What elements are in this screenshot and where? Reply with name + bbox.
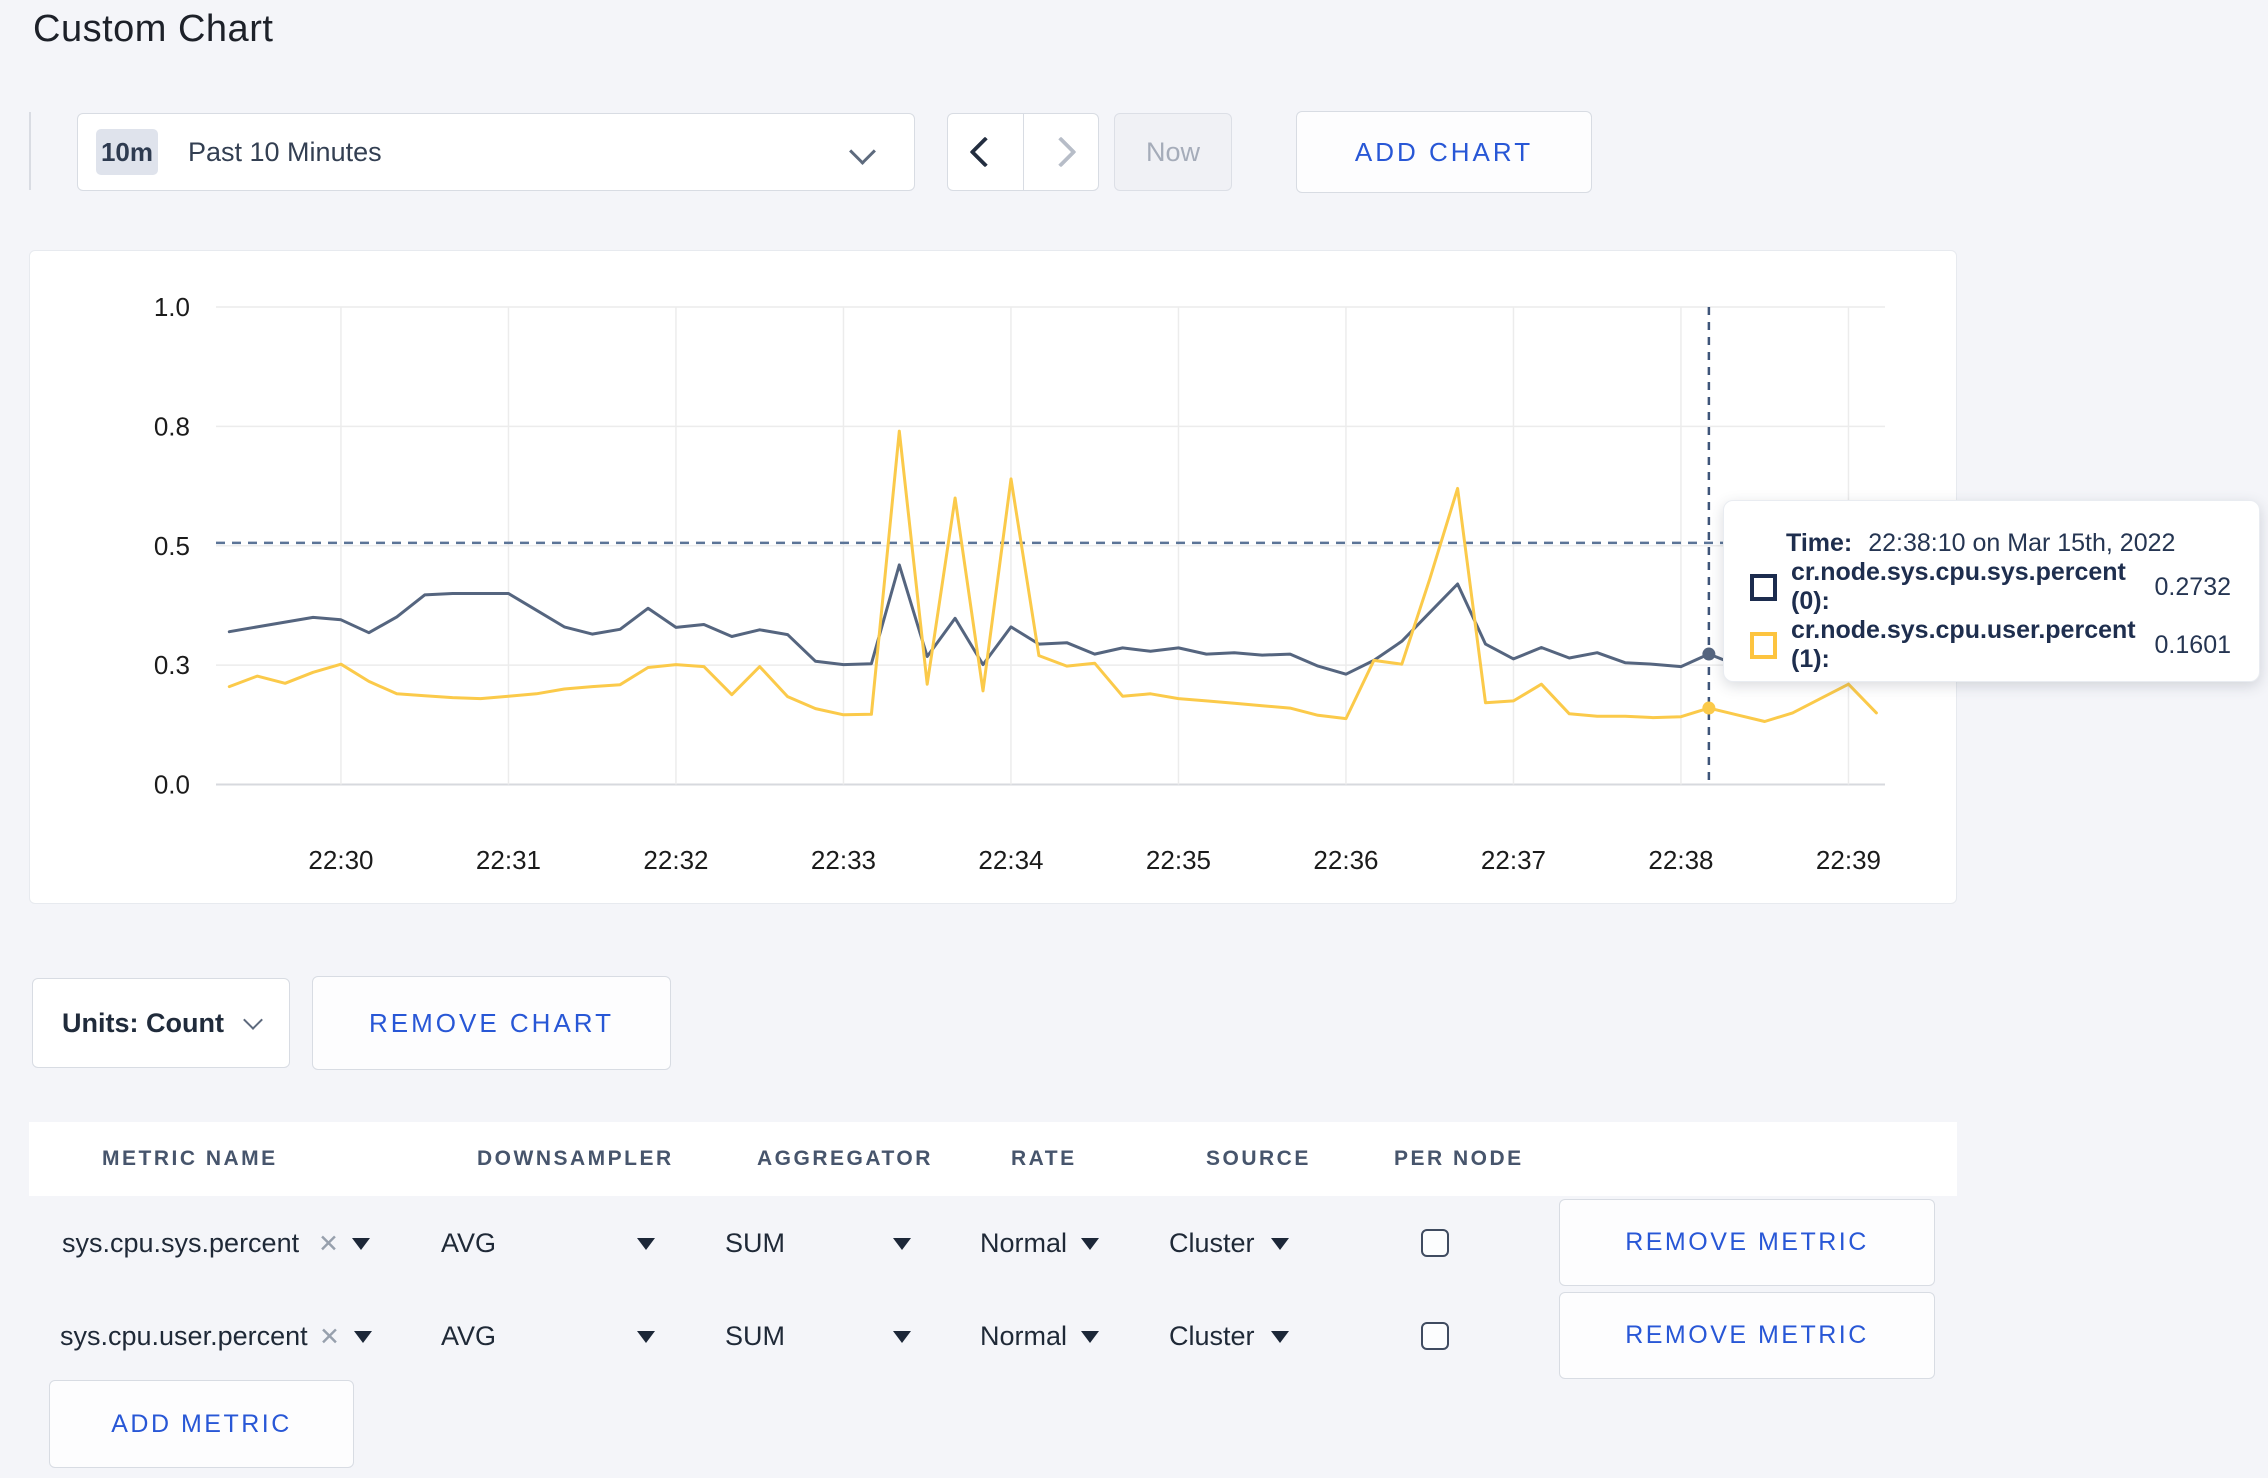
tooltip-series-value: 0.1601 — [2154, 630, 2231, 659]
caret-down-icon — [893, 1237, 911, 1250]
remove-metric-button[interactable]: REMOVE METRIC — [1559, 1292, 1935, 1379]
close-icon[interactable]: ✕ — [318, 1197, 339, 1290]
tooltip-time-row: Time: 22:38:10 on Mar 15th, 2022 — [1750, 529, 2231, 558]
chart-hover-tooltip: Time: 22:38:10 on Mar 15th, 2022 cr.node… — [1723, 500, 2260, 682]
metrics-table-header: METRIC NAME DOWNSAMPLER AGGREGATOR RATE … — [29, 1122, 1957, 1196]
units-label: Units: Count — [62, 1007, 224, 1038]
metric-name-caret[interactable] — [354, 1290, 372, 1383]
rate-value: Normal — [980, 1228, 1068, 1258]
x-tick-label: 22:39 — [1816, 845, 1881, 875]
caret-down-icon — [1270, 1330, 1289, 1343]
tooltip-series-value: 0.2732 — [2154, 572, 2231, 601]
metric-name-value[interactable]: sys.cpu.user.percent — [60, 1290, 308, 1383]
remove-chart-button[interactable]: REMOVE CHART — [312, 976, 671, 1070]
x-tick-label: 22:30 — [308, 845, 373, 875]
y-tick-label: 0.3 — [154, 650, 190, 680]
per-node-checkbox[interactable] — [1421, 1322, 1449, 1350]
x-tick-label: 22:34 — [978, 845, 1043, 875]
hover-point-dot — [1702, 701, 1716, 715]
source-value: Cluster — [1169, 1321, 1255, 1351]
tooltip-series-row: cr.node.sys.cpu.sys.percent (0): 0.2732 — [1750, 558, 2231, 616]
metric-row: sys.cpu.user.percent ✕ AVG SUM Normal Cl… — [0, 1290, 2268, 1383]
prev-time-button[interactable] — [948, 114, 1024, 190]
time-nav-group — [947, 113, 1099, 191]
downsampler-select[interactable]: AVG — [441, 1290, 496, 1383]
caret-down-icon — [637, 1237, 655, 1250]
user-series-swatch-icon — [1750, 631, 1777, 659]
metric-name-value[interactable]: sys.cpu.sys.percent — [62, 1197, 299, 1290]
aggregator-select[interactable]: SUM — [725, 1197, 785, 1290]
tooltip-series-label: cr.node.sys.cpu.user.percent (1): — [1791, 616, 2136, 673]
metric-row: sys.cpu.sys.percent ✕ AVG SUM Normal Clu… — [0, 1197, 2268, 1290]
tooltip-time-label: Time: — [1786, 529, 1853, 557]
y-tick-label: 0.5 — [154, 531, 190, 561]
rate-select[interactable]: Normal — [980, 1197, 1100, 1290]
units-dropdown[interactable]: Units: Count — [32, 978, 290, 1068]
page-title: Custom Chart — [33, 8, 274, 50]
add-metric-button[interactable]: ADD METRIC — [49, 1380, 354, 1468]
tooltip-series-row: cr.node.sys.cpu.user.percent (1): 0.1601 — [1750, 616, 2231, 674]
y-tick-label: 1.0 — [154, 292, 190, 322]
x-tick-label: 22:32 — [643, 845, 708, 875]
col-header-rate: RATE — [1011, 1147, 1077, 1170]
time-range-badge: 10m — [96, 129, 158, 175]
aggregator-caret[interactable] — [893, 1290, 911, 1383]
tooltip-time-value: 22:38:10 on Mar 15th, 2022 — [1868, 529, 2176, 557]
now-button[interactable]: Now — [1114, 113, 1232, 191]
chevron-left-icon — [969, 136, 1001, 168]
x-tick-label: 22:38 — [1648, 845, 1713, 875]
rate-select[interactable]: Normal — [980, 1290, 1100, 1383]
aggregator-caret[interactable] — [893, 1197, 911, 1290]
caret-down-icon — [1081, 1237, 1100, 1250]
col-header-per-node: PER NODE — [1394, 1147, 1524, 1170]
time-range-dropdown[interactable]: 10m Past 10 Minutes — [77, 113, 915, 191]
downsampler-caret[interactable] — [637, 1197, 655, 1290]
chevron-right-icon — [1045, 136, 1077, 168]
source-value: Cluster — [1169, 1228, 1255, 1258]
chevron-down-icon — [243, 1010, 263, 1030]
tooltip-series-label: cr.node.sys.cpu.sys.percent (0): — [1791, 558, 2126, 615]
sys-series-swatch-icon — [1750, 573, 1777, 601]
rate-value: Normal — [980, 1321, 1068, 1351]
y-tick-label: 0.8 — [154, 411, 190, 441]
chart-card: 0.0 0.3 0.5 0.8 1.0 22:30 22:31 22:32 22:33 22:34… — [29, 250, 1957, 904]
caret-down-icon — [1081, 1330, 1100, 1343]
x-tick-label: 22:37 — [1481, 845, 1546, 875]
hover-point-dot — [1702, 647, 1716, 661]
series-line — [227, 429, 1878, 723]
x-tick-label: 22:35 — [1146, 845, 1211, 875]
next-time-button[interactable] — [1024, 114, 1099, 190]
aggregator-select[interactable]: SUM — [725, 1290, 785, 1383]
y-tick-label: 0.0 — [154, 770, 190, 800]
caret-down-icon — [893, 1330, 911, 1343]
toolbar-divider — [29, 112, 31, 190]
downsampler-caret[interactable] — [637, 1290, 655, 1383]
x-tick-label: 22:33 — [811, 845, 876, 875]
time-range-label: Past 10 Minutes — [188, 136, 382, 167]
remove-metric-button[interactable]: REMOVE METRIC — [1559, 1199, 1935, 1286]
source-select[interactable]: Cluster — [1169, 1290, 1289, 1383]
add-chart-button[interactable]: ADD CHART — [1296, 111, 1592, 193]
cpu-line-chart[interactable]: 0.0 0.3 0.5 0.8 1.0 22:30 22:31 22:32 22:33 22:34… — [30, 251, 1958, 905]
downsampler-select[interactable]: AVG — [441, 1197, 496, 1290]
caret-down-icon — [1270, 1237, 1289, 1250]
metric-name-caret[interactable] — [352, 1197, 370, 1290]
col-header-source: SOURCE — [1206, 1147, 1311, 1170]
col-header-downsampler: DOWNSAMPLER — [477, 1147, 674, 1170]
source-select[interactable]: Cluster — [1169, 1197, 1289, 1290]
chevron-down-icon — [849, 138, 876, 165]
col-header-metric-name: METRIC NAME — [102, 1147, 278, 1170]
per-node-checkbox[interactable] — [1421, 1229, 1449, 1257]
x-tick-label: 22:31 — [476, 845, 541, 875]
col-header-aggregator: AGGREGATOR — [757, 1147, 933, 1170]
caret-down-icon — [352, 1237, 370, 1250]
caret-down-icon — [637, 1330, 655, 1343]
x-tick-label: 22:36 — [1313, 845, 1378, 875]
series-line — [227, 563, 1878, 676]
caret-down-icon — [354, 1330, 372, 1343]
close-icon[interactable]: ✕ — [319, 1290, 340, 1383]
